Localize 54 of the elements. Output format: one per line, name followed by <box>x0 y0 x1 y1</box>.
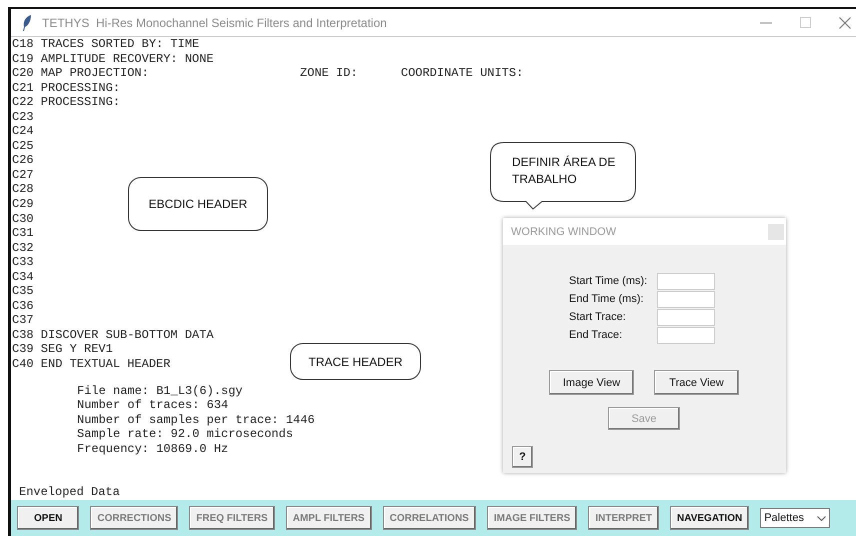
close-button[interactable] <box>768 224 784 240</box>
header-line: C40 END TEXTUAL HEADER <box>12 357 170 372</box>
toolbar-button[interactable]: OPEN <box>17 506 80 530</box>
header-line: C29 <box>12 197 34 212</box>
info-line: Sample rate: 92.0 microseconds <box>77 427 294 442</box>
header-line: C18 TRACES SORTED BY: TIME <box>12 37 200 52</box>
header-line: C27 <box>12 168 34 182</box>
header-line: C20 MAP PROJECTION: ZONE ID: COORDINATE UNITS: <box>12 66 524 81</box>
header-line: C36 <box>12 298 34 314</box>
feather-icon <box>22 14 32 30</box>
header-line: C19 AMPLITUDE RECOVERY: NONE <box>12 52 214 66</box>
header-line: C32 <box>12 240 34 256</box>
input-field[interactable] <box>657 273 715 290</box>
header-line: C34 <box>12 270 34 284</box>
input-field[interactable] <box>657 309 715 326</box>
close-icon[interactable] <box>839 16 851 28</box>
info-line: Frequency: 10869.0 Hz <box>77 442 228 456</box>
help-button[interactable]: ? <box>512 446 533 468</box>
header-line: C24 <box>12 124 34 139</box>
header-line: C37 <box>12 313 34 328</box>
header-line: C28 <box>12 182 34 198</box>
header-line: C30 <box>12 212 34 226</box>
toolbar-button[interactable]: NAVEGATION <box>670 506 750 530</box>
header-line: C33 <box>12 255 34 270</box>
header-line: C38 DISCOVER SUB-BOTTOM DATA <box>12 328 214 342</box>
header-line: C21 PROCESSING: <box>12 80 120 96</box>
palettes-dropdown[interactable]: Palettes <box>760 508 830 528</box>
input-field[interactable] <box>657 327 715 344</box>
header-line: C26 <box>12 153 34 168</box>
info-line: Number of traces: 634 <box>77 398 228 413</box>
field-label: Start Time (ms): <box>569 274 648 289</box>
callout-text: TRACE HEADER <box>308 354 402 368</box>
header-line: C39 SEG Y REV1 <box>12 342 113 358</box>
header-line: C22 PROCESSING: <box>12 95 120 110</box>
header-line: C35 <box>12 284 34 299</box>
header-line: C31 <box>12 226 34 241</box>
field-label: Start Trace: <box>569 310 627 325</box>
status-text: Enveloped Data <box>19 485 120 499</box>
info-line: Number of samples per trace: 1446 <box>77 412 315 428</box>
chevron-icon <box>817 516 826 520</box>
view-button[interactable]: Trace View <box>654 370 739 395</box>
info-line: File name: B1_L3(6).sgy <box>77 384 243 398</box>
header-line: C23 <box>12 110 34 124</box>
minimize-icon[interactable] <box>760 22 772 24</box>
field-label: End Trace: <box>569 328 624 343</box>
maximize-icon[interactable] <box>800 17 811 28</box>
input-field[interactable] <box>657 291 715 308</box>
window-title: TETHYS Hi-Res Monochannel Seismic Filters and Interpretation <box>42 16 387 30</box>
view-button[interactable]: Image View <box>549 370 634 395</box>
callout-text: DEFINIR ÁREA DE TRABALHO <box>512 154 616 188</box>
dialog-title: WORKING WINDOW <box>511 226 616 238</box>
field-label: End Time (ms): <box>569 292 645 307</box>
header-line: C25 <box>12 138 34 154</box>
callout-text: EBCDIC HEADER <box>148 197 248 211</box>
